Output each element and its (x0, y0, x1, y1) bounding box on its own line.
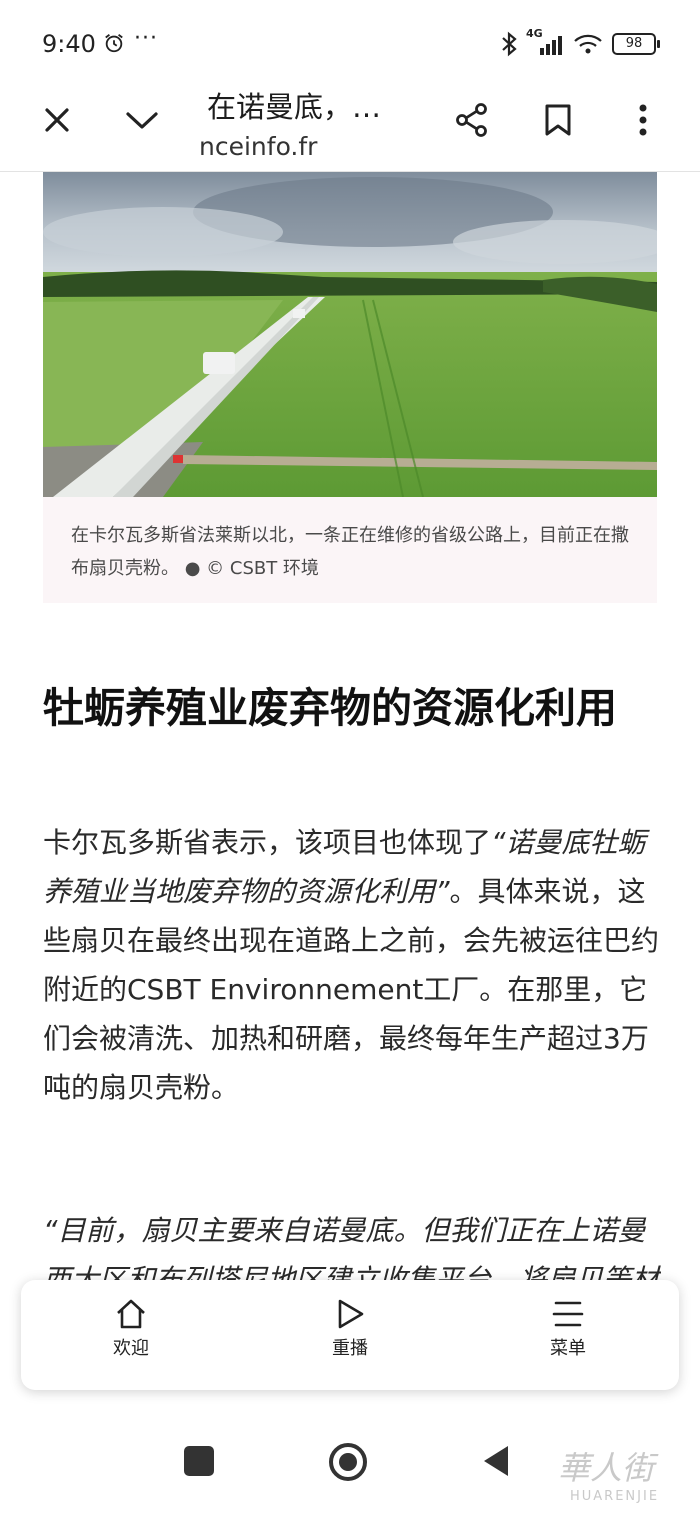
photo-caption-box: 在卡尔瓦多斯省法莱斯以北，一条正在维修的省级公路上，目前正在撒布扇贝壳粉。 ● … (43, 497, 657, 603)
menu-icon (552, 1301, 584, 1327)
article-photo (43, 172, 657, 497)
more-options-button[interactable] (615, 92, 671, 148)
back-triangle-icon[interactable] (482, 1444, 510, 1478)
svg-text:HUARENJIE: HUARENJIE (570, 1489, 659, 1504)
bookmark-button[interactable] (530, 92, 586, 148)
nav-welcome-button[interactable]: 欢迎 (71, 1298, 191, 1360)
photo-caption: 在卡尔瓦多斯省法莱斯以北，一条正在维修的省级公路上，目前正在撒布扇贝壳粉。 ● … (71, 525, 629, 579)
more-vert-icon (639, 104, 647, 136)
svg-text:華人街: 華人街 (558, 1449, 659, 1487)
nav-menu-label: 菜单 (550, 1338, 586, 1359)
share-icon (456, 103, 487, 137)
paragraph-text-end: 。具体来说，这些扇贝在最终出现在道路上之前，会先被运往巴约附近的CSBT Env… (43, 875, 660, 1104)
status-time: 9:40 (42, 30, 96, 58)
bookmark-icon (545, 104, 571, 136)
watermark-logo: 華人街 HUARENJIE (548, 1443, 688, 1505)
collapse-button[interactable] (114, 92, 170, 148)
play-icon (338, 1299, 364, 1329)
bluetooth-icon (502, 31, 517, 57)
status-more-dots: ··· (134, 26, 158, 51)
nav-welcome-label: 欢迎 (113, 1338, 149, 1359)
reader-bottom-nav: 欢迎 重播 菜单 (21, 1280, 679, 1390)
status-right-icons: 4G 98 (500, 27, 660, 58)
close-icon (45, 108, 69, 132)
nav-replay-button[interactable]: 重播 (290, 1298, 410, 1360)
close-button[interactable] (29, 92, 85, 148)
wifi-icon (574, 34, 602, 54)
recents-square-icon[interactable] (184, 1446, 214, 1476)
home-circle-icon[interactable] (329, 1443, 367, 1481)
article-paragraph: 卡尔瓦多斯省表示，该项目也体现了“诺曼底牡蛎养殖业当地废弃物的资源化利用”。具体… (43, 818, 661, 1112)
browser-toolbar: 在诺曼底，… nceinfo.fr (0, 72, 700, 172)
paragraph-text-start: 卡尔瓦多斯省表示，该项目也体现了 (43, 826, 492, 859)
home-icon (117, 1299, 145, 1329)
nav-menu-button[interactable]: 菜单 (508, 1298, 628, 1360)
share-button[interactable] (444, 92, 500, 148)
alarm-icon (105, 34, 123, 53)
battery-icon: 98 (612, 33, 660, 55)
page-title: 在诺曼底，… (207, 90, 382, 124)
section-heading: 牡蛎养殖业废弃物的资源化利用 (43, 684, 617, 732)
signal-icon: 4G (526, 27, 564, 57)
chevron-down-icon (126, 112, 158, 129)
page-url[interactable]: nceinfo.fr (199, 132, 317, 161)
nav-replay-label: 重播 (332, 1338, 368, 1359)
